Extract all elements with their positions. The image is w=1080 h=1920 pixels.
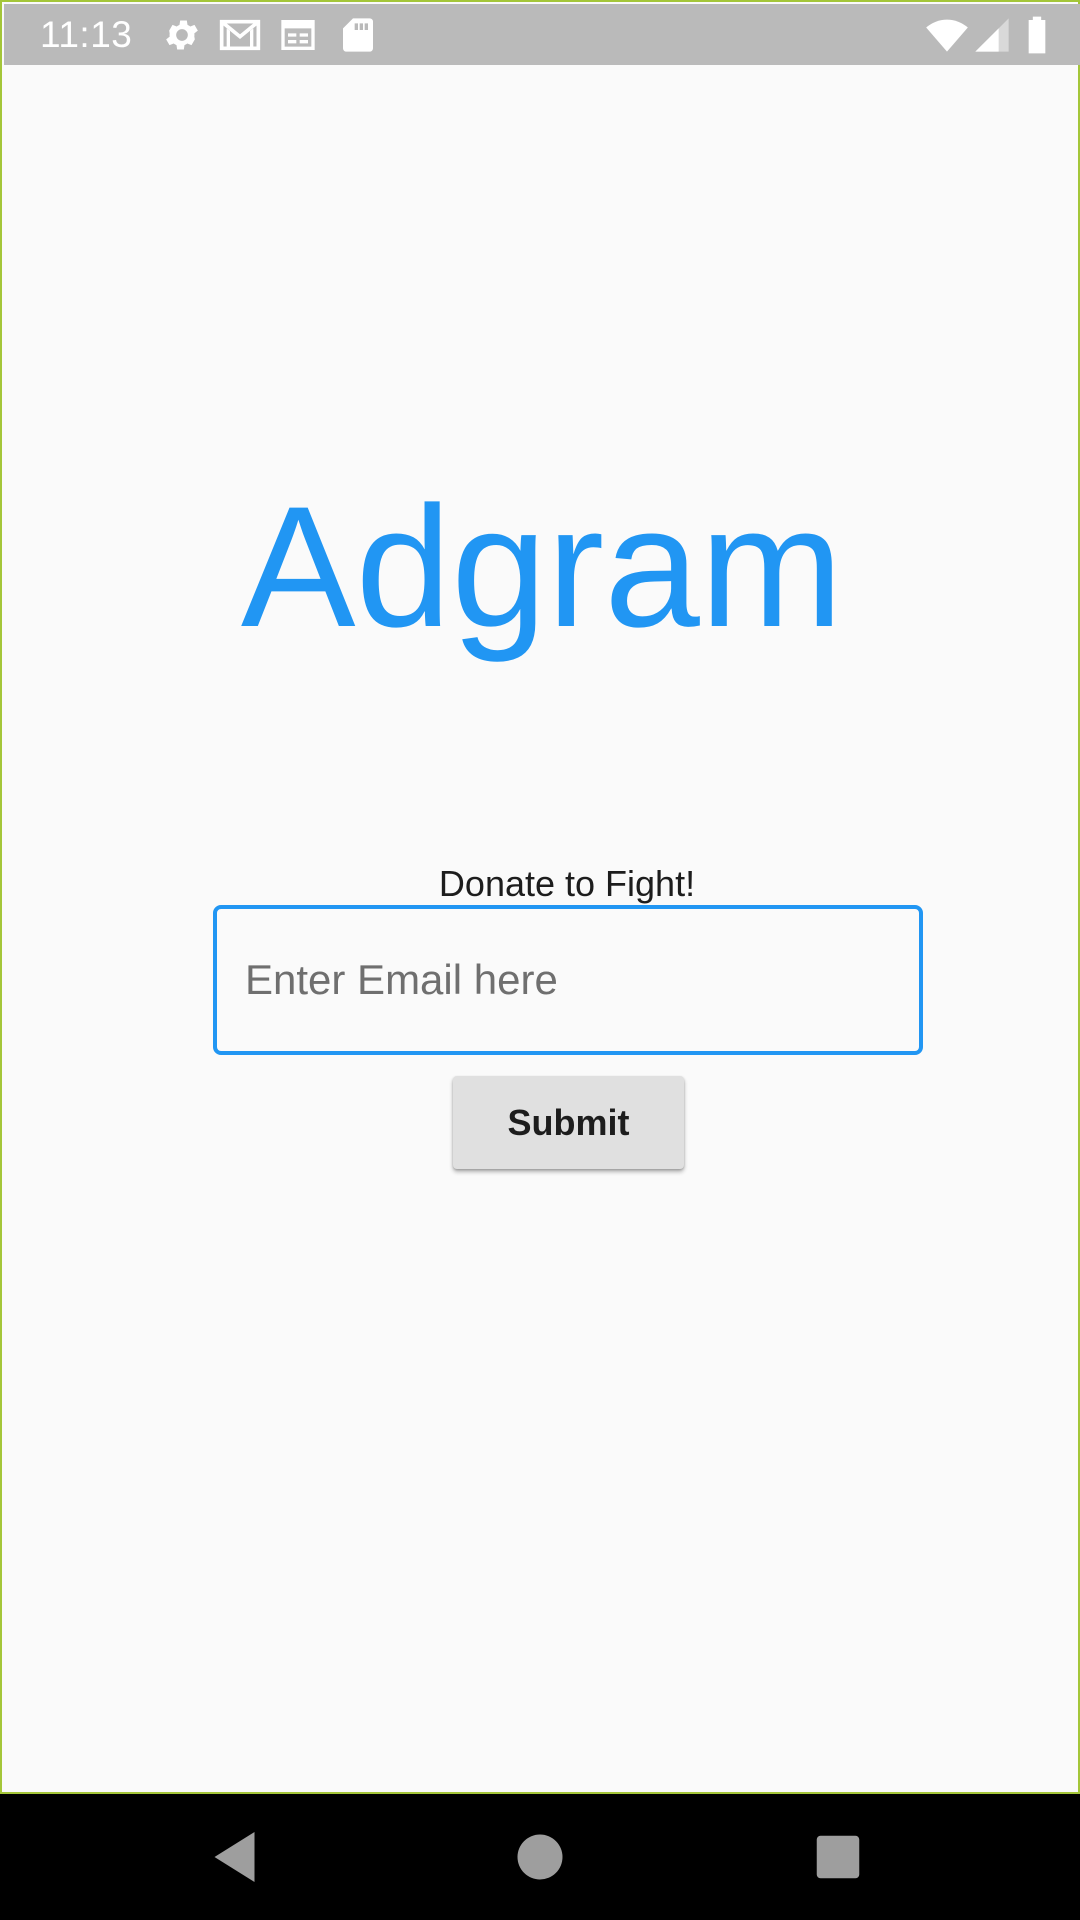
- gmail-icon: [218, 15, 262, 55]
- navigation-bar: [0, 1794, 1080, 1920]
- app-frame: 11:13 Adgram Donate to Fight! Enter Emai…: [0, 0, 1080, 1794]
- status-bar: 11:13: [4, 4, 1080, 65]
- battery-icon: [1022, 15, 1052, 55]
- wifi-icon: [924, 15, 970, 55]
- recents-icon[interactable]: [808, 1827, 868, 1887]
- donate-label: Donate to Fight!: [438, 863, 696, 904]
- settings-icon: [162, 15, 202, 55]
- status-time: 11:13: [40, 14, 133, 55]
- calendar-icon: [278, 15, 318, 55]
- email-field[interactable]: [213, 905, 923, 1055]
- cell-signal-icon: [972, 15, 1012, 55]
- back-icon[interactable]: [207, 1827, 267, 1887]
- home-icon[interactable]: [510, 1827, 570, 1887]
- sd-card-icon: [338, 15, 378, 55]
- submit-button[interactable]: Submit: [453, 1076, 684, 1169]
- app-title: Adgram: [240, 471, 844, 663]
- screen: 11:13 Adgram Donate to Fight! Enter Emai…: [0, 0, 1080, 1920]
- email-input[interactable]: [245, 909, 895, 1051]
